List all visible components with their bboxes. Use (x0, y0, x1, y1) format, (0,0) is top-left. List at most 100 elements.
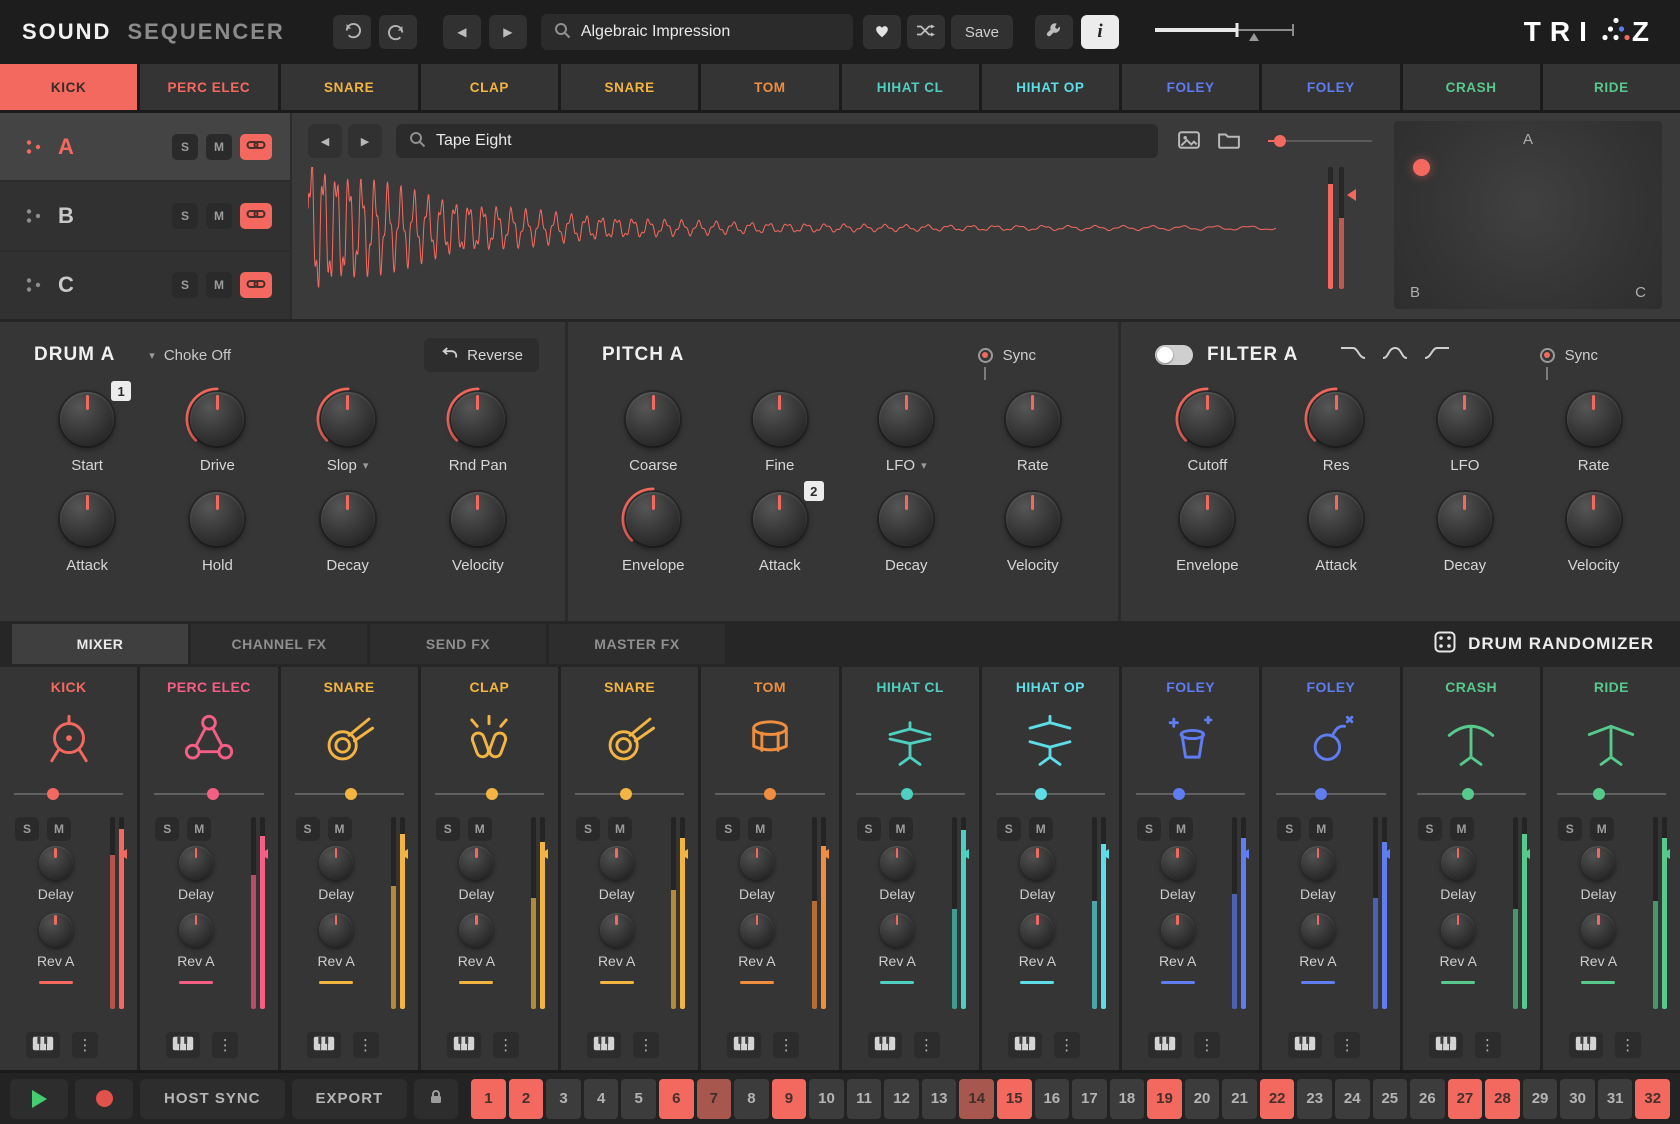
sequencer-step[interactable]: 3 (546, 1079, 581, 1119)
channel-delay-knob[interactable] (1441, 846, 1475, 880)
macro-random-slider[interactable] (1153, 19, 1303, 45)
channel-keyboard-button[interactable] (26, 1032, 60, 1058)
mixer-page-tab[interactable]: SEND FX (370, 624, 546, 664)
knob[interactable] (451, 392, 505, 446)
channel-mute-button[interactable]: M (47, 817, 71, 841)
sequencer-step[interactable]: 7 (697, 1079, 732, 1119)
sequencer-step[interactable]: 17 (1072, 1079, 1107, 1119)
channel-mute-button[interactable]: M (328, 817, 352, 841)
volume-handle[interactable] (1315, 788, 1327, 800)
redo-button[interactable] (379, 15, 417, 49)
prev-sample-button[interactable]: ◀ (308, 124, 342, 158)
channel-delay-knob[interactable] (39, 846, 73, 880)
channel-solo-button[interactable]: S (1277, 817, 1301, 841)
channel-volume-slider[interactable] (14, 787, 123, 801)
track-tab[interactable]: HIHAT OP (982, 64, 1119, 110)
highpass-icon[interactable] (1424, 344, 1450, 366)
mixer-page-tab[interactable]: CHANNEL FX (191, 624, 367, 664)
sequencer-step[interactable]: 16 (1035, 1079, 1070, 1119)
next-sample-button[interactable]: ▶ (348, 124, 382, 158)
channel-volume-slider[interactable] (154, 787, 263, 801)
next-preset-button[interactable]: ▶ (489, 15, 527, 49)
channel-reverb-knob[interactable] (1581, 913, 1615, 947)
channel-reverb-knob[interactable] (600, 913, 634, 947)
mixer-page-tab[interactable]: MIXER (12, 624, 188, 664)
channel-solo-button[interactable]: S (155, 817, 179, 841)
track-tab[interactable]: PERC ELEC (140, 64, 277, 110)
channel-keyboard-button[interactable] (727, 1032, 761, 1058)
volume-handle[interactable] (1173, 788, 1185, 800)
layer-solo-button[interactable]: S (172, 203, 198, 229)
channel-reverb-knob[interactable] (740, 913, 774, 947)
channel-keyboard-button[interactable] (166, 1032, 200, 1058)
channel-mute-button[interactable]: M (1169, 817, 1193, 841)
volume-handle[interactable] (901, 788, 913, 800)
channel-reverb-knob[interactable] (39, 913, 73, 947)
pattern-lock-button[interactable] (414, 1079, 458, 1119)
channel-reverb-knob[interactable] (459, 913, 493, 947)
channel-menu-button[interactable]: ⋮ (914, 1032, 940, 1058)
prev-preset-button[interactable]: ◀ (443, 15, 481, 49)
channel-keyboard-button[interactable] (1008, 1032, 1042, 1058)
sequencer-step[interactable]: 25 (1373, 1079, 1408, 1119)
channel-reverb-knob[interactable] (1020, 913, 1054, 947)
sample-search[interactable] (396, 124, 1158, 158)
sequencer-step[interactable]: 30 (1560, 1079, 1595, 1119)
channel-delay-knob[interactable] (459, 846, 493, 880)
sequencer-step[interactable]: 4 (584, 1079, 619, 1119)
channel-solo-button[interactable]: S (15, 817, 39, 841)
channel-solo-button[interactable]: S (857, 817, 881, 841)
channel-delay-knob[interactable] (600, 846, 634, 880)
channel-mute-button[interactable]: M (608, 817, 632, 841)
channel-delay-knob[interactable] (319, 846, 353, 880)
undo-button[interactable] (333, 15, 371, 49)
channel-keyboard-button[interactable] (447, 1032, 481, 1058)
channel-delay-knob[interactable] (1581, 846, 1615, 880)
channel-delay-knob[interactable] (880, 846, 914, 880)
sequencer-step[interactable]: 2 (509, 1079, 544, 1119)
volume-handle[interactable] (486, 788, 498, 800)
layer-mute-button[interactable]: M (206, 203, 232, 229)
filter-sync-toggle[interactable]: Sync (1540, 347, 1598, 364)
sequencer-step[interactable]: 10 (809, 1079, 844, 1119)
shuffle-preset-button[interactable] (907, 15, 945, 49)
sequencer-step[interactable]: 11 (847, 1079, 882, 1119)
sequencer-step[interactable]: 6 (659, 1079, 694, 1119)
channel-mute-button[interactable]: M (889, 817, 913, 841)
choke-selector[interactable]: ▾ Choke Off (149, 347, 231, 364)
preset-search-input[interactable] (581, 23, 841, 41)
track-tab[interactable]: SNARE (561, 64, 698, 110)
record-button[interactable] (75, 1079, 133, 1119)
knob[interactable] (626, 392, 680, 446)
channel-volume-slider[interactable] (996, 787, 1105, 801)
knob[interactable] (1006, 492, 1060, 546)
knob[interactable] (879, 492, 933, 546)
channel-keyboard-button[interactable] (1569, 1032, 1603, 1058)
sequencer-step[interactable]: 21 (1222, 1079, 1257, 1119)
knob[interactable] (451, 492, 505, 546)
channel-reverb-knob[interactable] (1441, 913, 1475, 947)
channel-volume-slider[interactable] (1417, 787, 1526, 801)
sequencer-step[interactable]: 24 (1335, 1079, 1370, 1119)
channel-reverb-knob[interactable] (880, 913, 914, 947)
sample-volume-slider[interactable] (1268, 131, 1372, 151)
knob[interactable] (1567, 392, 1621, 446)
channel-mute-button[interactable]: M (1590, 817, 1614, 841)
layer-mute-button[interactable]: M (206, 272, 232, 298)
bandpass-icon[interactable] (1382, 344, 1408, 366)
channel-reverb-knob[interactable] (179, 913, 213, 947)
sample-layer-row[interactable]: C S M (0, 252, 290, 319)
track-tab[interactable]: KICK (0, 64, 137, 110)
channel-volume-slider[interactable] (856, 787, 965, 801)
channel-solo-button[interactable]: S (716, 817, 740, 841)
channel-volume-slider[interactable] (1557, 787, 1666, 801)
channel-reverb-knob[interactable] (319, 913, 353, 947)
channel-mute-button[interactable]: M (468, 817, 492, 841)
channel-solo-button[interactable]: S (1137, 817, 1161, 841)
channel-delay-knob[interactable] (179, 846, 213, 880)
channel-solo-button[interactable]: S (1558, 817, 1582, 841)
knob[interactable] (1180, 492, 1234, 546)
channel-reverb-knob[interactable] (1301, 913, 1335, 947)
mixer-page-tab[interactable]: MASTER FX (549, 624, 725, 664)
channel-mute-button[interactable]: M (748, 817, 772, 841)
